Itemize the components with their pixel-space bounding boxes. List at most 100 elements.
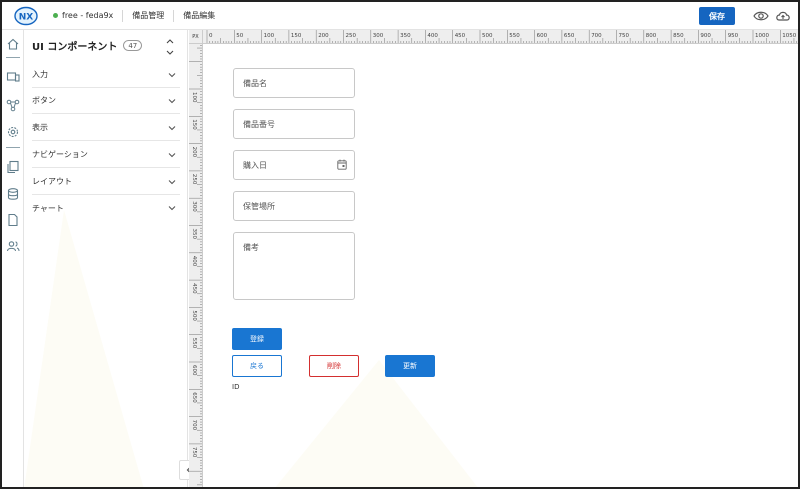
category-label: チャート [32, 203, 64, 213]
ruler-label: 400 [191, 256, 197, 267]
calendar-icon[interactable] [337, 159, 347, 170]
file-icon[interactable] [6, 213, 20, 227]
ruler-label: 150 [191, 119, 197, 130]
ruler-label: 200 [318, 33, 329, 39]
category-chart[interactable]: チャート [32, 195, 180, 221]
ruler-label: 250 [191, 174, 197, 185]
id-label: ID [232, 383, 240, 391]
vertical-ruler[interactable]: 100 150 200 250 300 350 400 450 500 550 600 650 700 7… [189, 44, 203, 487]
back-button[interactable]: 戻る [232, 355, 282, 377]
online-status-icon [53, 13, 58, 18]
component-panel: UI コンポーネント 47 入力 ボタン 表示 ナビゲーション レイアウト チャ… [24, 30, 188, 487]
ruler-label: 800 [646, 33, 657, 39]
ruler-label: 900 [700, 33, 711, 39]
ruler-label: 550 [509, 33, 520, 39]
category-label: 入力 [32, 70, 48, 79]
chevron-down-icon [168, 124, 176, 132]
chevron-down-icon [168, 204, 176, 212]
update-button[interactable]: 更新 [385, 355, 435, 377]
logo-text: NX [19, 12, 34, 22]
chevron-down-icon [168, 97, 176, 105]
ruler-label: 750 [619, 33, 630, 39]
category-label: ナビゲーション [32, 150, 88, 159]
ruler-label: 700 [591, 33, 602, 39]
equipment-name-placeholder: 備品名 [243, 78, 267, 88]
project-name: free - feda9x [62, 11, 114, 20]
ruler-label: 100 [191, 92, 197, 103]
pages-icon[interactable] [6, 160, 20, 174]
ruler-label: 1000 [755, 33, 769, 39]
app-window: NX free - feda9x 備品管理 備品編集 保存 UI コンポーネント… [0, 0, 800, 489]
category-display[interactable]: 表示 [32, 115, 180, 141]
ruler-label: 1050 [782, 33, 796, 39]
notes-textarea[interactable]: 備考 [233, 232, 355, 300]
ruler-label: 100 [264, 33, 275, 39]
preview-eye-icon[interactable] [753, 9, 769, 23]
ruler-label: 300 [191, 201, 197, 212]
chevron-down-icon [168, 151, 176, 159]
purchase-date-placeholder: 購入日 [243, 160, 267, 170]
horizontal-ruler-ticks: 0 50 100 150 200 250 300 350 400 450 500 550 600 650 7… [206, 30, 797, 43]
category-label: ボタン [32, 96, 56, 105]
expand-collapse-all-icon[interactable] [165, 38, 175, 56]
notes-placeholder: 備考 [243, 243, 259, 252]
devices-icon[interactable] [6, 70, 20, 84]
database-icon[interactable] [6, 187, 20, 201]
breadcrumb-page[interactable]: 備品編集 [183, 10, 215, 21]
ruler-label: 150 [291, 33, 302, 39]
register-button[interactable]: 登録 [232, 328, 282, 350]
ruler-label: 300 [373, 33, 384, 39]
ruler-label: 500 [191, 310, 197, 321]
storage-location-input[interactable]: 保管場所 [233, 191, 355, 221]
panel-title: UI コンポーネント 47 [32, 38, 143, 53]
ruler-label: 500 [482, 33, 493, 39]
ruler-label: 750 [191, 447, 197, 458]
flow-icon[interactable] [6, 98, 20, 112]
save-button[interactable]: 保存 [699, 7, 735, 25]
equipment-number-input[interactable]: 備品番号 [233, 109, 355, 139]
chevron-down-icon [168, 71, 176, 79]
settings-gear-icon[interactable] [6, 125, 20, 139]
ruler-label: 600 [537, 33, 548, 39]
ruler-label: 600 [191, 365, 197, 376]
category-label: 表示 [32, 123, 48, 132]
ruler-label: 450 [455, 33, 466, 39]
ruler-label: 0 [209, 33, 213, 39]
cloud-upload-icon[interactable] [775, 9, 791, 23]
ruler-label: 950 [728, 33, 739, 39]
category-layout[interactable]: レイアウト [32, 169, 180, 195]
horizontal-ruler[interactable]: 0 50 100 150 200 250 300 350 400 450 500 550 600 650 7… [203, 30, 798, 44]
ruler-label: 400 [427, 33, 438, 39]
ruler-label: 200 [191, 147, 197, 158]
ruler-label: 350 [191, 229, 197, 240]
ruler-label: 50 [236, 33, 243, 39]
storage-location-placeholder: 保管場所 [243, 201, 275, 211]
category-label: レイアウト [32, 177, 72, 186]
ruler-label: 250 [346, 33, 357, 39]
purchase-date-input[interactable]: 購入日 [233, 150, 355, 180]
ruler-unit: PX [189, 30, 203, 44]
chevron-down-icon [168, 178, 176, 186]
category-navigation[interactable]: ナビゲーション [32, 142, 180, 168]
users-icon[interactable] [6, 239, 20, 253]
ruler-label: 850 [673, 33, 684, 39]
ruler-label: 450 [191, 283, 197, 294]
panel-title-text: UI コンポーネント [32, 42, 118, 53]
equipment-name-input[interactable]: 備品名 [233, 68, 355, 98]
ruler-label: 650 [564, 33, 575, 39]
nx-logo[interactable]: NX [13, 6, 39, 26]
ruler-label: 650 [191, 392, 197, 403]
component-count-badge: 47 [123, 40, 143, 51]
ruler-label: 550 [191, 338, 197, 349]
equipment-number-placeholder: 備品番号 [243, 119, 275, 129]
ruler-label: 700 [191, 420, 197, 431]
category-input[interactable]: 入力 [32, 62, 180, 88]
project-status: free - feda9x [53, 11, 113, 20]
home-icon[interactable] [6, 37, 20, 51]
vertical-ruler-ticks: 100 150 200 250 300 350 400 450 500 550 600 650 700 7… [189, 45, 202, 486]
category-button[interactable]: ボタン [32, 88, 180, 114]
top-bar: NX free - feda9x 備品管理 備品編集 保存 [2, 2, 798, 30]
design-canvas[interactable]: 備品名 備品番号 購入日 保管場所 備考 登録 戻る 削除 更新 ID [204, 45, 798, 487]
breadcrumb-app[interactable]: 備品管理 [132, 10, 164, 21]
delete-button[interactable]: 削除 [309, 355, 359, 377]
